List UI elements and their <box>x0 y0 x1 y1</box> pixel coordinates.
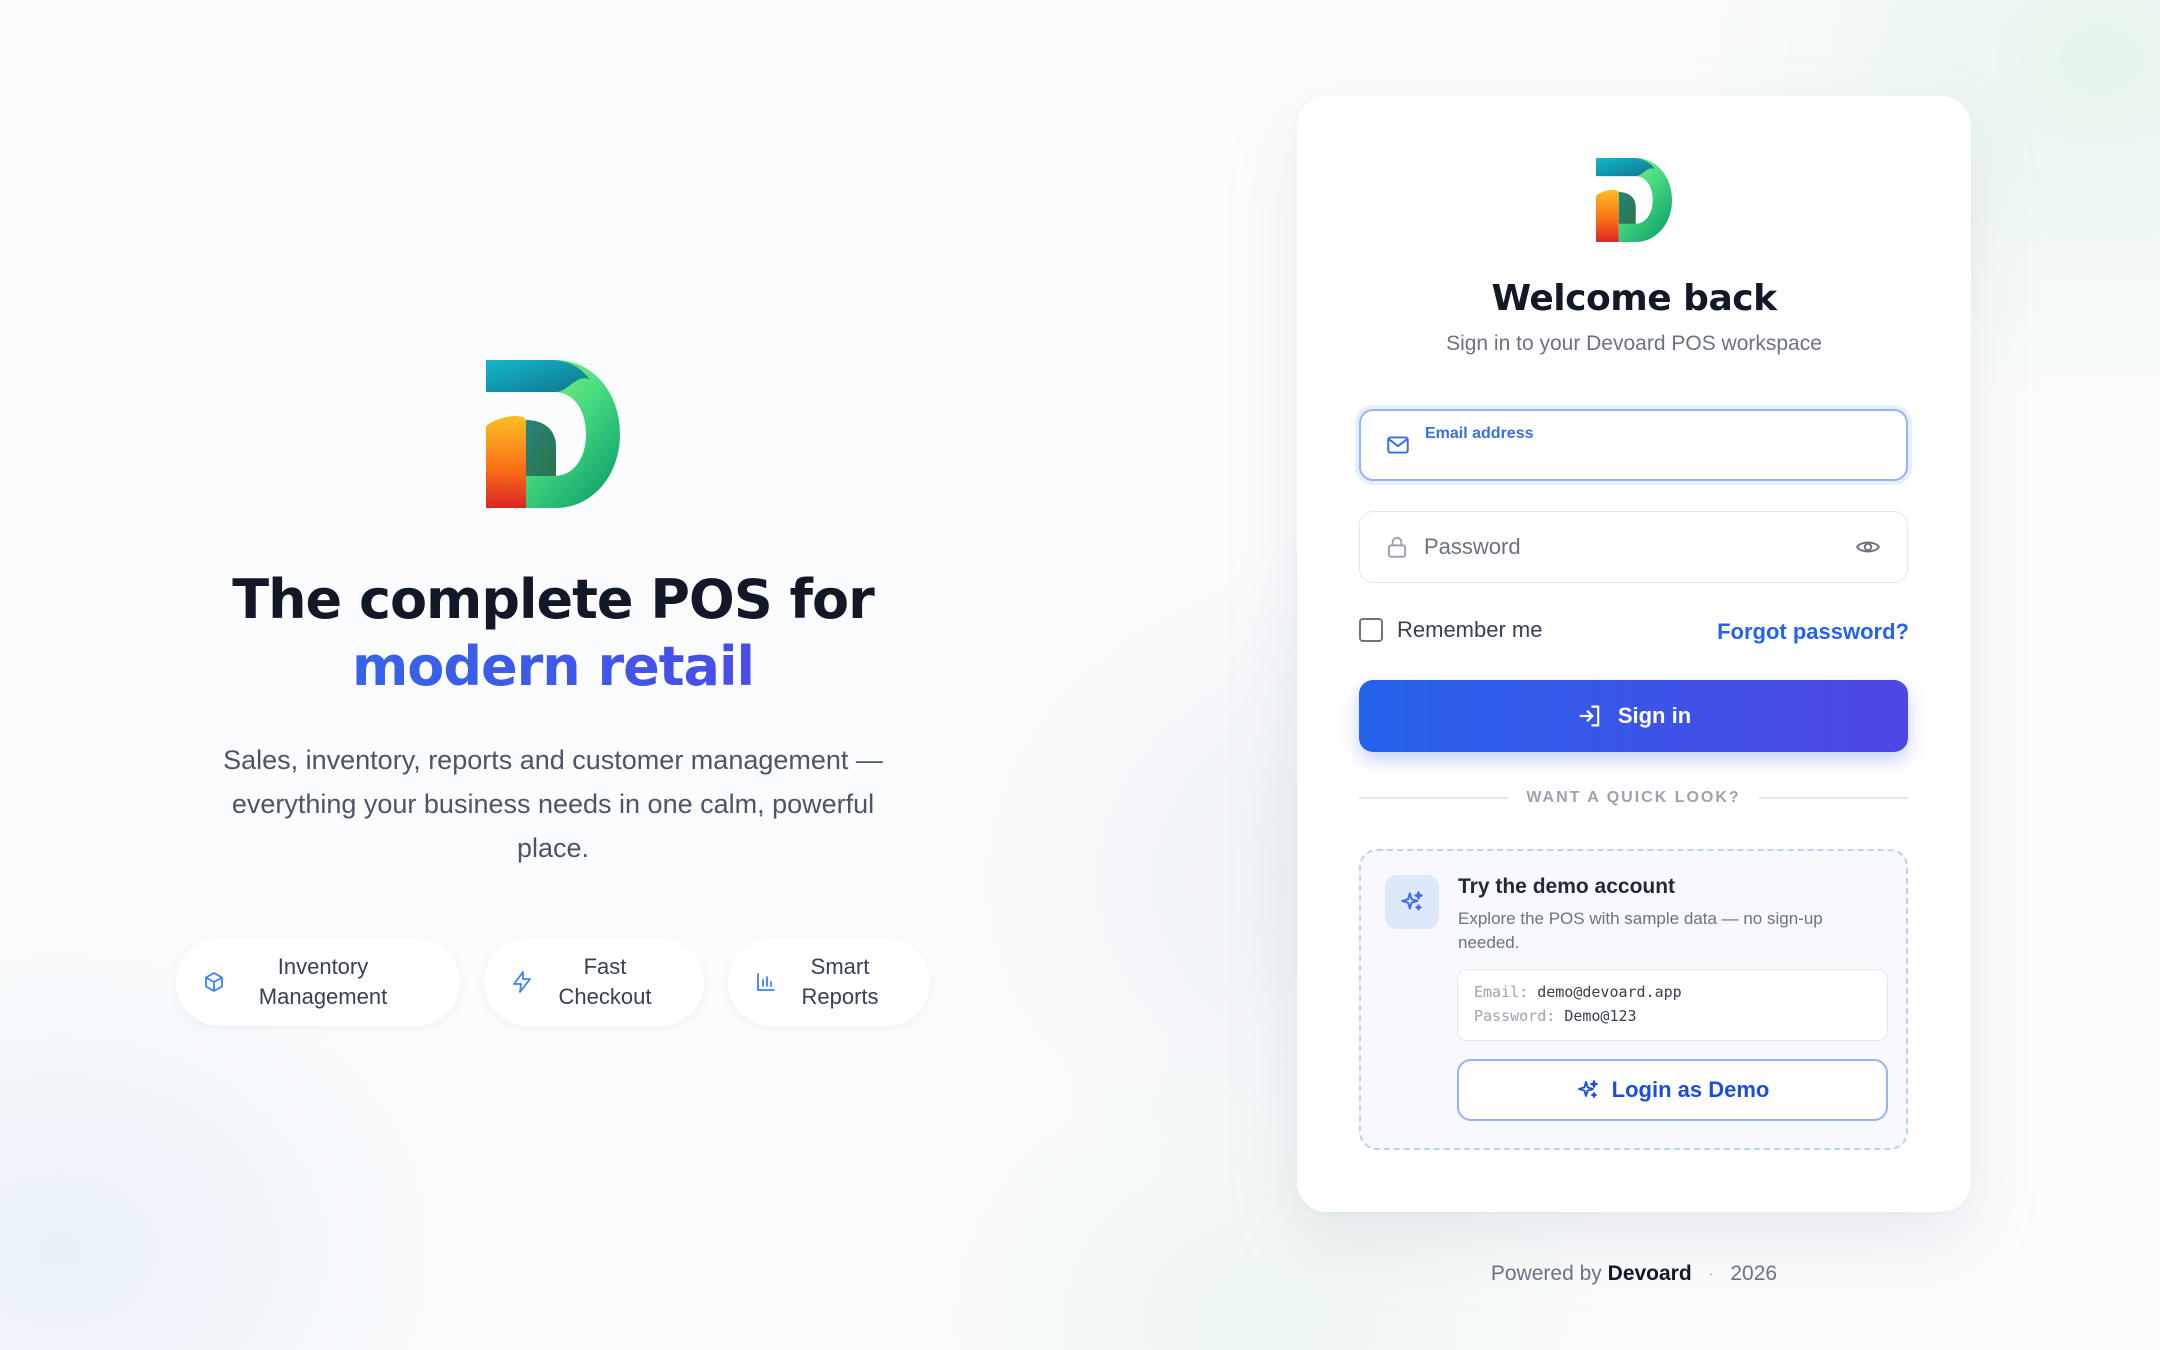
demo-email-value: demo@devoard.app <box>1537 983 1682 1001</box>
footer-year: 2026 <box>1730 1262 1778 1285</box>
bar-chart-icon <box>757 973 775 991</box>
feature-label: Inventory Management <box>258 954 388 1009</box>
hero-subtitle: Sales, inventory, reports and customer m… <box>223 745 883 863</box>
login-as-demo-label: Login as Demo <box>1611 1077 1770 1102</box>
sparkles-icon <box>1401 891 1423 911</box>
hero-title-line1: The complete POS for <box>232 568 874 631</box>
hero-title: The complete POS for modern retail <box>232 566 874 700</box>
footer-prefix: Powered by <box>1490 1262 1602 1285</box>
feature-label: Fast Checkout <box>558 954 652 1009</box>
mail-icon <box>1387 436 1409 454</box>
box-icon <box>205 972 223 992</box>
sparkles-icon <box>1577 1080 1598 1098</box>
eye-icon[interactable] <box>1855 534 1881 560</box>
remember-label: Remember me <box>1397 617 1543 642</box>
feature-inventory: Inventory Management <box>176 938 460 1026</box>
lightning-icon <box>513 971 531 993</box>
password-input[interactable] <box>1424 512 1847 582</box>
forgot-password-link[interactable]: Forgot password? <box>1717 619 1909 645</box>
login-arrow-icon <box>1579 705 1600 727</box>
demo-credentials: Email: demo@devoard.app Password: Demo@1… <box>1457 969 1888 1041</box>
lock-icon <box>1387 536 1407 558</box>
demo-password-key: Password: <box>1474 1007 1556 1025</box>
password-field[interactable] <box>1359 511 1908 583</box>
email-input[interactable] <box>1425 411 1846 479</box>
devoard-logo <box>1596 158 1672 242</box>
demo-password-value: Demo@123 <box>1564 1007 1637 1025</box>
divider-line <box>1758 797 1909 799</box>
feature-list: Inventory Management Fast Checkout Smart… <box>176 938 930 1026</box>
demo-email-key: Email: <box>1474 983 1529 1001</box>
email-field[interactable]: Email address <box>1359 409 1908 481</box>
section-divider: WANT A QUICK LOOK? <box>1359 788 1909 808</box>
feature-label: Smart Reports <box>801 954 879 1009</box>
sign-in-button[interactable]: Sign in <box>1359 680 1908 752</box>
demo-badge <box>1385 875 1439 929</box>
feature-checkout: Fast Checkout <box>484 938 704 1026</box>
login-as-demo-button[interactable]: Login as Demo <box>1457 1059 1888 1121</box>
footer-brand: Devoard <box>1607 1262 1692 1285</box>
footer: Powered by Devoard · 2026 <box>1297 1262 1971 1286</box>
divider-text: WANT A QUICK LOOK? <box>1526 789 1741 806</box>
hero-section: The complete POS for modern retail Sales… <box>150 360 956 1026</box>
demo-description: Explore the POS with sample data — no si… <box>1458 909 1823 952</box>
login-card: Welcome back Sign in to your Devoard POS… <box>1297 96 1971 1212</box>
login-subtitle: Sign in to your Devoard POS workspace <box>1446 332 1822 355</box>
divider-line <box>1359 797 1509 799</box>
remember-checkbox[interactable] <box>1359 618 1383 642</box>
demo-account-panel: Try the demo account Explore the POS wit… <box>1359 849 1908 1150</box>
devoard-logo <box>486 360 620 508</box>
feature-reports: Smart Reports <box>728 938 930 1026</box>
footer-separator: · <box>1707 1262 1715 1285</box>
hero-title-accent: modern retail <box>232 633 874 700</box>
login-title: Welcome back <box>1491 278 1777 319</box>
remember-me[interactable]: Remember me <box>1359 617 1542 643</box>
demo-title: Try the demo account <box>1458 875 1676 898</box>
sign-in-label: Sign in <box>1617 703 1692 728</box>
